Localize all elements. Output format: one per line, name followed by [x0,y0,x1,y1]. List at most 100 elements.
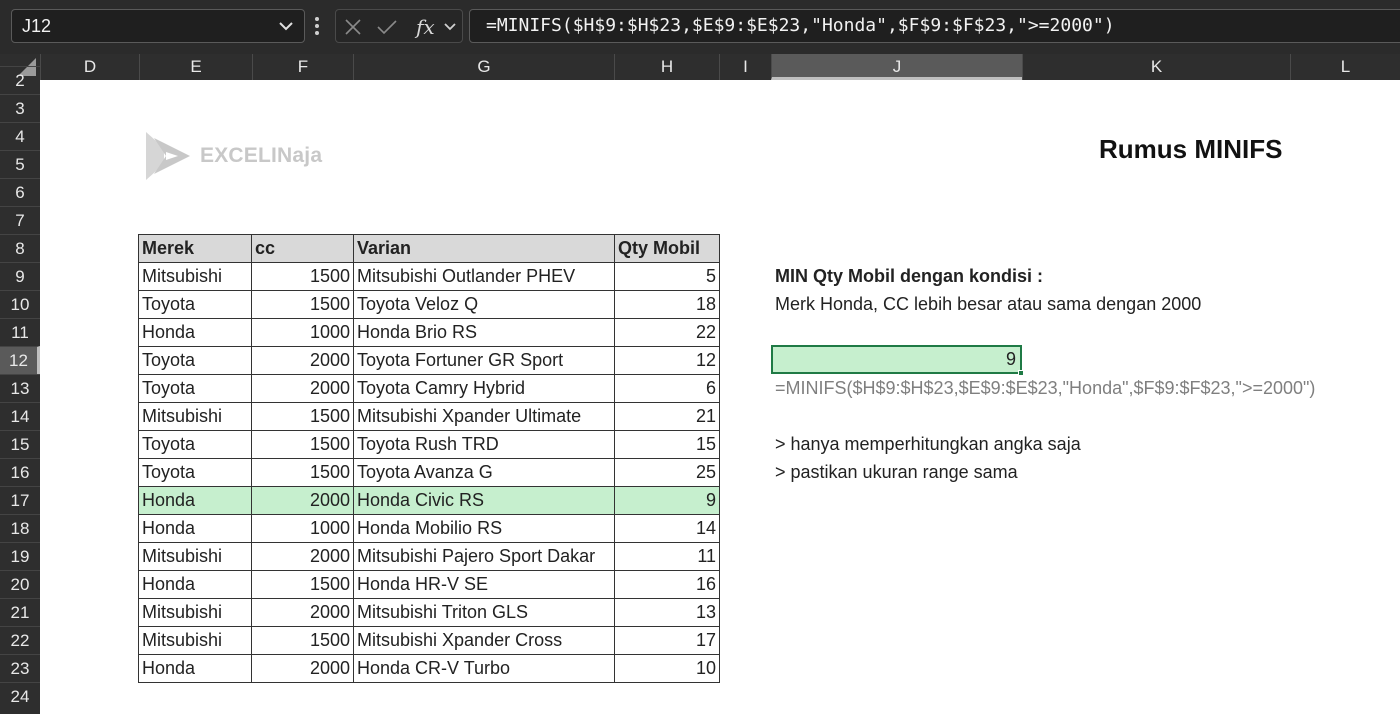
cell-cc[interactable]: 1500 [251,626,354,655]
header-qty[interactable]: Qty Mobil [614,234,720,263]
row-header[interactable]: 8 [0,234,40,262]
cell-merek[interactable]: Toyota [138,290,252,319]
column-header-d[interactable]: D [40,54,139,80]
cell-merek[interactable]: Honda [138,570,252,599]
row-header[interactable]: 10 [0,290,40,318]
cell-cc[interactable]: 1000 [251,514,354,543]
row-header[interactable]: 4 [0,122,40,150]
cell-varian[interactable]: Mitsubishi Triton GLS [353,598,615,627]
cell-varian[interactable]: Toyota Avanza G [353,458,615,487]
column-header-g[interactable]: G [353,54,614,80]
selected-cell-j12[interactable]: 9 [771,345,1024,376]
cell-qty[interactable]: 11 [614,542,720,571]
column-header-f[interactable]: F [252,54,353,80]
row-header[interactable]: 14 [0,402,40,430]
row-header-selected[interactable]: 12 [0,346,40,374]
worksheet[interactable]: EXCELINaja Rumus MINIFS Merek cc Varian … [40,80,1400,714]
cell-cc[interactable]: 2000 [251,346,354,375]
cell-qty[interactable]: 14 [614,514,720,543]
cell-qty[interactable]: 12 [614,346,720,375]
cell-varian[interactable]: Toyota Rush TRD [353,430,615,459]
enter-check-icon[interactable] [376,18,398,36]
tip-range-size[interactable]: > pastikan ukuran range sama [775,462,1018,483]
cell-cc[interactable]: 1000 [251,318,354,347]
cell-qty[interactable]: 5 [614,262,720,291]
cell-cc[interactable]: 1500 [251,458,354,487]
row-header[interactable]: 6 [0,178,40,206]
cell-varian[interactable]: Mitsubishi Outlander PHEV [353,262,615,291]
row-header[interactable]: 2 [0,66,40,94]
cell-qty[interactable]: 16 [614,570,720,599]
cell-merek[interactable]: Honda [138,318,252,347]
cell-merek[interactable]: Toyota [138,374,252,403]
cell-varian[interactable]: Toyota Camry Hybrid [353,374,615,403]
cell-merek[interactable]: Honda [138,654,252,683]
cell-cc[interactable]: 1500 [251,430,354,459]
cell-qty[interactable]: 6 [614,374,720,403]
criteria-heading[interactable]: MIN Qty Mobil dengan kondisi : [775,266,1043,287]
column-header-i[interactable]: I [719,54,771,80]
cell-varian[interactable]: Honda Mobilio RS [353,514,615,543]
row-header[interactable]: 17 [0,486,40,514]
cell-qty[interactable]: 9 [614,486,720,515]
cell-merek[interactable]: Toyota [138,346,252,375]
criteria-description[interactable]: Merk Honda, CC lebih besar atau sama den… [775,294,1201,315]
cell-cc[interactable]: 1500 [251,262,354,291]
column-header-h[interactable]: H [614,54,719,80]
row-header[interactable]: 21 [0,598,40,626]
fill-handle[interactable] [1018,370,1024,376]
cell-varian[interactable]: Mitsubishi Pajero Sport Dakar [353,542,615,571]
cell-cc[interactable]: 1500 [251,402,354,431]
row-header[interactable]: 15 [0,430,40,458]
cell-cc[interactable]: 2000 [251,374,354,403]
cell-qty[interactable]: 15 [614,430,720,459]
cell-merek[interactable]: Mitsubishi [138,542,252,571]
cell-qty[interactable]: 22 [614,318,720,347]
cell-qty[interactable]: 13 [614,598,720,627]
row-header[interactable]: 13 [0,374,40,402]
column-header-l[interactable]: L [1290,54,1400,80]
cell-varian[interactable]: Honda Brio RS [353,318,615,347]
more-options-icon[interactable] [313,14,321,38]
cell-cc[interactable]: 1500 [251,290,354,319]
cell-cc[interactable]: 2000 [251,542,354,571]
chevron-down-icon[interactable] [276,10,296,42]
cell-varian[interactable]: Toyota Veloz Q [353,290,615,319]
cell-varian[interactable]: Honda CR-V Turbo [353,654,615,683]
row-header[interactable]: 20 [0,570,40,598]
cell-qty[interactable]: 25 [614,458,720,487]
cell-qty[interactable]: 17 [614,626,720,655]
cell-qty[interactable]: 10 [614,654,720,683]
tip-numbers-only[interactable]: > hanya memperhitungkan angka saja [775,434,1081,455]
row-header[interactable]: 16 [0,458,40,486]
row-header[interactable]: 18 [0,514,40,542]
column-header-e[interactable]: E [139,54,252,80]
header-merek[interactable]: Merek [138,234,252,263]
header-varian[interactable]: Varian [353,234,615,263]
cell-merek[interactable]: Honda [138,514,252,543]
row-header[interactable]: 9 [0,262,40,290]
cell-merek[interactable]: Toyota [138,430,252,459]
formula-input[interactable]: =MINIFS($H$9:$H$23,$E$9:$E$23,"Honda",$F… [469,9,1400,43]
row-header[interactable]: 5 [0,150,40,178]
cell-varian[interactable]: Honda Civic RS [353,486,615,515]
cell-varian[interactable]: Honda HR-V SE [353,570,615,599]
cell-varian[interactable]: Mitsubishi Xpander Cross [353,626,615,655]
cancel-icon[interactable] [344,18,362,36]
formula-text[interactable]: =MINIFS($H$9:$H$23,$E$9:$E$23,"Honda",$F… [775,378,1315,399]
cell-cc[interactable]: 2000 [251,654,354,683]
insert-function-icon[interactable]: fx [414,14,440,40]
row-header[interactable]: 3 [0,94,40,122]
cell-merek[interactable]: Mitsubishi [138,402,252,431]
row-header[interactable]: 23 [0,654,40,682]
cell-varian[interactable]: Toyota Fortuner GR Sport [353,346,615,375]
cell-merek[interactable]: Mitsubishi [138,598,252,627]
cell-cc[interactable]: 2000 [251,486,354,515]
cell-merek[interactable]: Honda [138,486,252,515]
cell-merek[interactable]: Mitsubishi [138,262,252,291]
row-header[interactable]: 22 [0,626,40,654]
column-header-j[interactable]: J [771,54,1022,80]
name-box[interactable]: J12 [11,9,305,43]
cell-cc[interactable]: 2000 [251,598,354,627]
cell-varian[interactable]: Mitsubishi Xpander Ultimate [353,402,615,431]
